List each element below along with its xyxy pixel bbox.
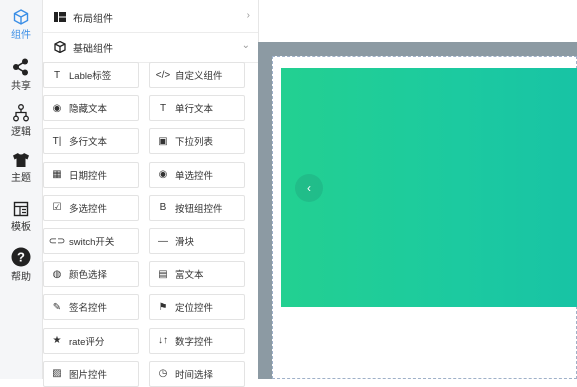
nav-label: 共享 <box>11 81 31 92</box>
component-item[interactable]: ▦ 日期控件 <box>43 161 139 188</box>
nav-item-components[interactable]: 组件 <box>0 9 42 41</box>
text-icon: T <box>159 102 167 114</box>
calendar-icon: ▦ <box>52 169 62 181</box>
component-item[interactable]: T| 多行文本 <box>43 128 139 155</box>
component-label: switch开关 <box>69 237 115 248</box>
nav-label: 组件 <box>11 30 31 41</box>
component-label: 签名控件 <box>69 303 108 315</box>
component-item[interactable]: — 滑块 <box>149 228 245 254</box>
component-item[interactable]: ▤ 富文本 <box>149 261 245 288</box>
radio-icon: ◉ <box>158 169 168 181</box>
nav-item-help[interactable]: ? 帮助 <box>0 247 42 283</box>
svg-text:?: ? <box>17 250 25 265</box>
canvas-background: ‹ <box>258 42 577 379</box>
component-item[interactable]: B 按钮组控件 <box>149 194 245 221</box>
component-item[interactable]: ⊂⊃ switch开关 <box>43 228 139 254</box>
eye-slash-icon: ◉ <box>52 102 62 114</box>
group-basic-header[interactable]: 基础组件 ⌄ <box>43 32 258 63</box>
component-item[interactable]: ▨ 图片控件 <box>43 360 139 387</box>
multiline-text-icon: T| <box>52 135 62 147</box>
cube-icon <box>53 40 67 54</box>
palette-icon: ◍ <box>52 268 62 280</box>
carousel-widget[interactable]: ‹ <box>281 68 577 307</box>
chevron-right-icon: › <box>246 10 250 21</box>
help-icon: ? <box>11 247 31 267</box>
checkbox-icon: ☑ <box>52 202 62 214</box>
component-label: 日期控件 <box>69 170 108 182</box>
component-item[interactable]: ✎ 签名控件 <box>43 294 139 321</box>
component-label: 数字控件 <box>175 336 214 348</box>
html-icon: ▤ <box>158 268 168 280</box>
sort-number-icon: ↓↑ <box>158 335 168 347</box>
component-label: 定位控件 <box>175 303 214 315</box>
group-layout-header[interactable]: 布局组件 › <box>43 2 258 33</box>
nav-item-template[interactable]: 模板 <box>0 201 42 233</box>
component-label: rate评分 <box>69 336 105 348</box>
component-label: 单选控件 <box>175 170 214 182</box>
component-item[interactable]: ◷ 时间选择 <box>149 360 245 387</box>
left-nav: 组件 共享 逻辑 主题 模板 ? 帮助 <box>0 0 43 379</box>
design-canvas-area: ‹ <box>258 0 577 379</box>
share-icon <box>13 58 28 76</box>
component-item[interactable]: ★ rate评分 <box>43 327 139 354</box>
flag-icon: ⚑ <box>158 301 168 313</box>
signature-icon: ✎ <box>52 301 62 313</box>
component-label: 下拉列表 <box>175 137 214 149</box>
slider-icon: — <box>158 235 168 247</box>
component-label: 滑块 <box>175 237 195 248</box>
component-item[interactable]: ⚑ 定位控件 <box>149 294 245 321</box>
layout-grid-icon <box>53 10 67 24</box>
component-label: 单行文本 <box>175 104 214 116</box>
component-label: 按钮组控件 <box>175 203 223 215</box>
canvas-page[interactable]: ‹ <box>272 56 577 379</box>
component-panel: 布局组件 › 基础组件 ⌄ T Lable标签 </> 自定义组件 ◉ 隐藏文本 T 单行文本… <box>43 0 258 387</box>
component-item[interactable]: ↓↑ 数字控件 <box>149 327 245 354</box>
nav-label: 模板 <box>11 222 31 233</box>
component-item[interactable]: ◍ 颜色选择 <box>43 261 139 288</box>
group-basic-title: 基础组件 <box>73 43 113 55</box>
image-icon: ▨ <box>52 368 62 380</box>
component-label: 隐藏文本 <box>69 104 108 116</box>
group-layout-title: 布局组件 <box>73 13 113 25</box>
component-label: Lable标签 <box>69 71 112 82</box>
text-icon: T <box>53 69 61 81</box>
nav-label: 主题 <box>11 173 31 184</box>
star-icon: ★ <box>52 335 62 347</box>
nav-item-theme[interactable]: 主题 <box>0 152 42 184</box>
component-label: 多选控件 <box>69 203 108 215</box>
template-icon <box>13 201 29 217</box>
code-icon: </> <box>155 69 171 81</box>
component-item[interactable]: T 单行文本 <box>149 95 245 122</box>
component-label: 多行文本 <box>69 137 108 149</box>
carousel-prev-button[interactable]: ‹ <box>295 174 323 202</box>
logic-icon <box>13 104 29 122</box>
dropdown-icon: ▣ <box>158 135 168 147</box>
chevron-down-icon: ⌄ <box>241 40 250 51</box>
component-label: 富文本 <box>175 270 204 282</box>
component-item[interactable]: ▣ 下拉列表 <box>149 128 245 155</box>
shirt-icon <box>13 153 29 167</box>
nav-label: 帮助 <box>11 272 31 283</box>
canvas-toolbar <box>258 0 577 42</box>
cube-icon <box>13 9 29 25</box>
bold-icon: B <box>159 202 167 214</box>
clock-icon: ◷ <box>158 368 168 380</box>
component-item[interactable]: ☑ 多选控件 <box>43 194 139 221</box>
component-item[interactable]: ◉ 单选控件 <box>149 161 245 188</box>
switch-icon: ⊂⊃ <box>48 235 66 247</box>
component-item[interactable]: </> 自定义组件 <box>149 62 245 88</box>
nav-item-logic[interactable]: 逻辑 <box>0 104 42 138</box>
component-item[interactable]: T Lable标签 <box>43 62 139 88</box>
component-label: 自定义组件 <box>175 71 223 82</box>
nav-label: 逻辑 <box>11 127 31 138</box>
component-label: 颜色选择 <box>69 270 108 282</box>
nav-item-share[interactable]: 共享 <box>0 58 42 92</box>
component-item[interactable]: ◉ 隐藏文本 <box>43 95 139 122</box>
